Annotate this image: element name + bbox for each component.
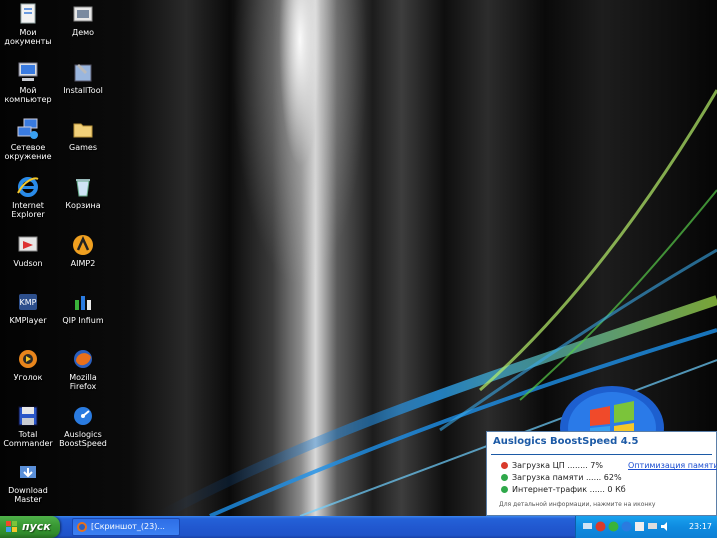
icon-label: KMPlayer [9,316,47,325]
download-tray-icon[interactable] [634,521,645,532]
desktop-icon-qip-infium[interactable]: QIP Infium [55,290,111,325]
desktop-icon-my-documents[interactable]: Мои документы [0,2,56,46]
icon-label: Мой компьютер [4,86,52,104]
icon-label: InstallTool [63,86,103,95]
icon-label: Total Commander [3,430,53,448]
security-tray-icon[interactable] [595,521,606,532]
taskbar-window-label: [Скриншот_(23)... [91,522,165,531]
desktop-icon-network-places[interactable]: Сетевое окружение [0,117,56,161]
desktop-icon-aimp2[interactable]: AIMP2 [55,233,111,268]
total-commander-icon [18,406,38,426]
desktop-icon-kmplayer[interactable]: KMP KMPlayer [0,290,56,325]
status-dot-icon [501,486,508,493]
media-player-icon [19,350,37,368]
status-dot-icon [501,462,508,469]
icon-label: Демо [71,28,95,37]
system-tray: 23:17 [575,516,717,538]
icon-label: QIP Infium [62,316,104,325]
volume-icon[interactable] [660,521,671,532]
windows-flag-icon [6,521,17,532]
my-documents-icon [20,3,36,24]
popup-title: Auslogics BoostSpeed 4.5 [493,436,639,447]
icon-label: Download Master [8,486,48,504]
popup-divider [491,454,712,455]
firefox-icon [74,350,92,368]
svg-text:KMP: KMP [20,298,37,307]
my-computer-icon [18,62,38,81]
desktop-icon-total-commander[interactable]: Total Commander [0,404,56,448]
network-places-icon [17,118,38,139]
icon-label: Корзина [65,201,101,210]
desktop-icon-demo[interactable]: Демо [55,2,111,37]
start-button[interactable]: пуск [0,516,60,538]
icon-label: Сетевое окружение [4,143,52,161]
start-label: пуск [22,520,51,533]
desktop-icon-boostspeed[interactable]: Auslogics BoostSpeed [55,404,111,448]
icon-label: Уголок [13,373,43,382]
firefox-icon [77,522,87,532]
desktop-icon-firefox[interactable]: Mozilla Firefox [55,347,111,391]
desktop-icon-games[interactable]: Games [55,117,111,152]
icon-label: Internet Explorer [11,201,45,219]
desktop-icon-media-player[interactable]: Уголок [0,347,56,382]
taskbar-window-button[interactable]: [Скриншот_(23)... [72,518,180,536]
desktop-icon-recycle-bin[interactable]: Корзина [55,175,111,210]
optimize-memory-link[interactable]: Оптимизация памяти [628,461,717,470]
status-dot-icon [501,474,508,481]
network-tray-icon[interactable] [582,521,593,532]
popup-row-text: Загрузка памяти ...... 62% [512,473,622,482]
icon-label: Мои документы [4,28,52,46]
desktop-icon-internet-explorer[interactable]: Internet Explorer [0,175,56,219]
aimp2-icon [73,235,93,255]
icon-label: Auslogics BoostSpeed [59,430,107,448]
popup-row-text: Интернет-трафик ...... 0 Кб [512,485,626,494]
clock[interactable]: 23:17 [689,516,712,538]
vudson-icon [18,236,38,252]
boostspeed-popup[interactable]: Auslogics BoostSpeed 4.5 Загрузка ЦП ...… [486,431,717,516]
taskbar: пуск [Скриншот_(23)... 23:17 [0,516,717,538]
boostspeed-icon [74,407,92,425]
desktop-icon-install-tool[interactable]: InstallTool [55,60,111,95]
icon-label: Vudson [13,259,43,268]
download-master-icon [20,466,36,478]
icon-label: Mozilla Firefox [69,373,97,391]
desktop-icon-my-computer[interactable]: Мой компьютер [0,60,56,104]
icon-label: Games [69,143,97,152]
folder-icon [73,123,93,138]
qip-tray-icon[interactable] [608,521,619,532]
install-tool-icon [74,64,92,82]
kmplayer-icon: KMP [19,294,37,310]
recycle-bin-icon [76,179,90,197]
boostspeed-tray-icon[interactable] [621,521,632,532]
qip-infium-icon [75,296,91,310]
internet-explorer-icon [17,177,39,197]
popup-row-text: Загрузка ЦП ........ 7% [512,461,603,470]
desktop-icon-vudson[interactable]: Vudson [0,233,56,268]
monitor-tray-icon[interactable] [647,521,658,532]
popup-footer: Для детальной информации, нажмите на ико… [499,501,656,508]
desktop-icon-download-master[interactable]: Download Master [0,460,56,504]
icon-label: AIMP2 [70,259,96,268]
demo-icon [73,6,93,22]
